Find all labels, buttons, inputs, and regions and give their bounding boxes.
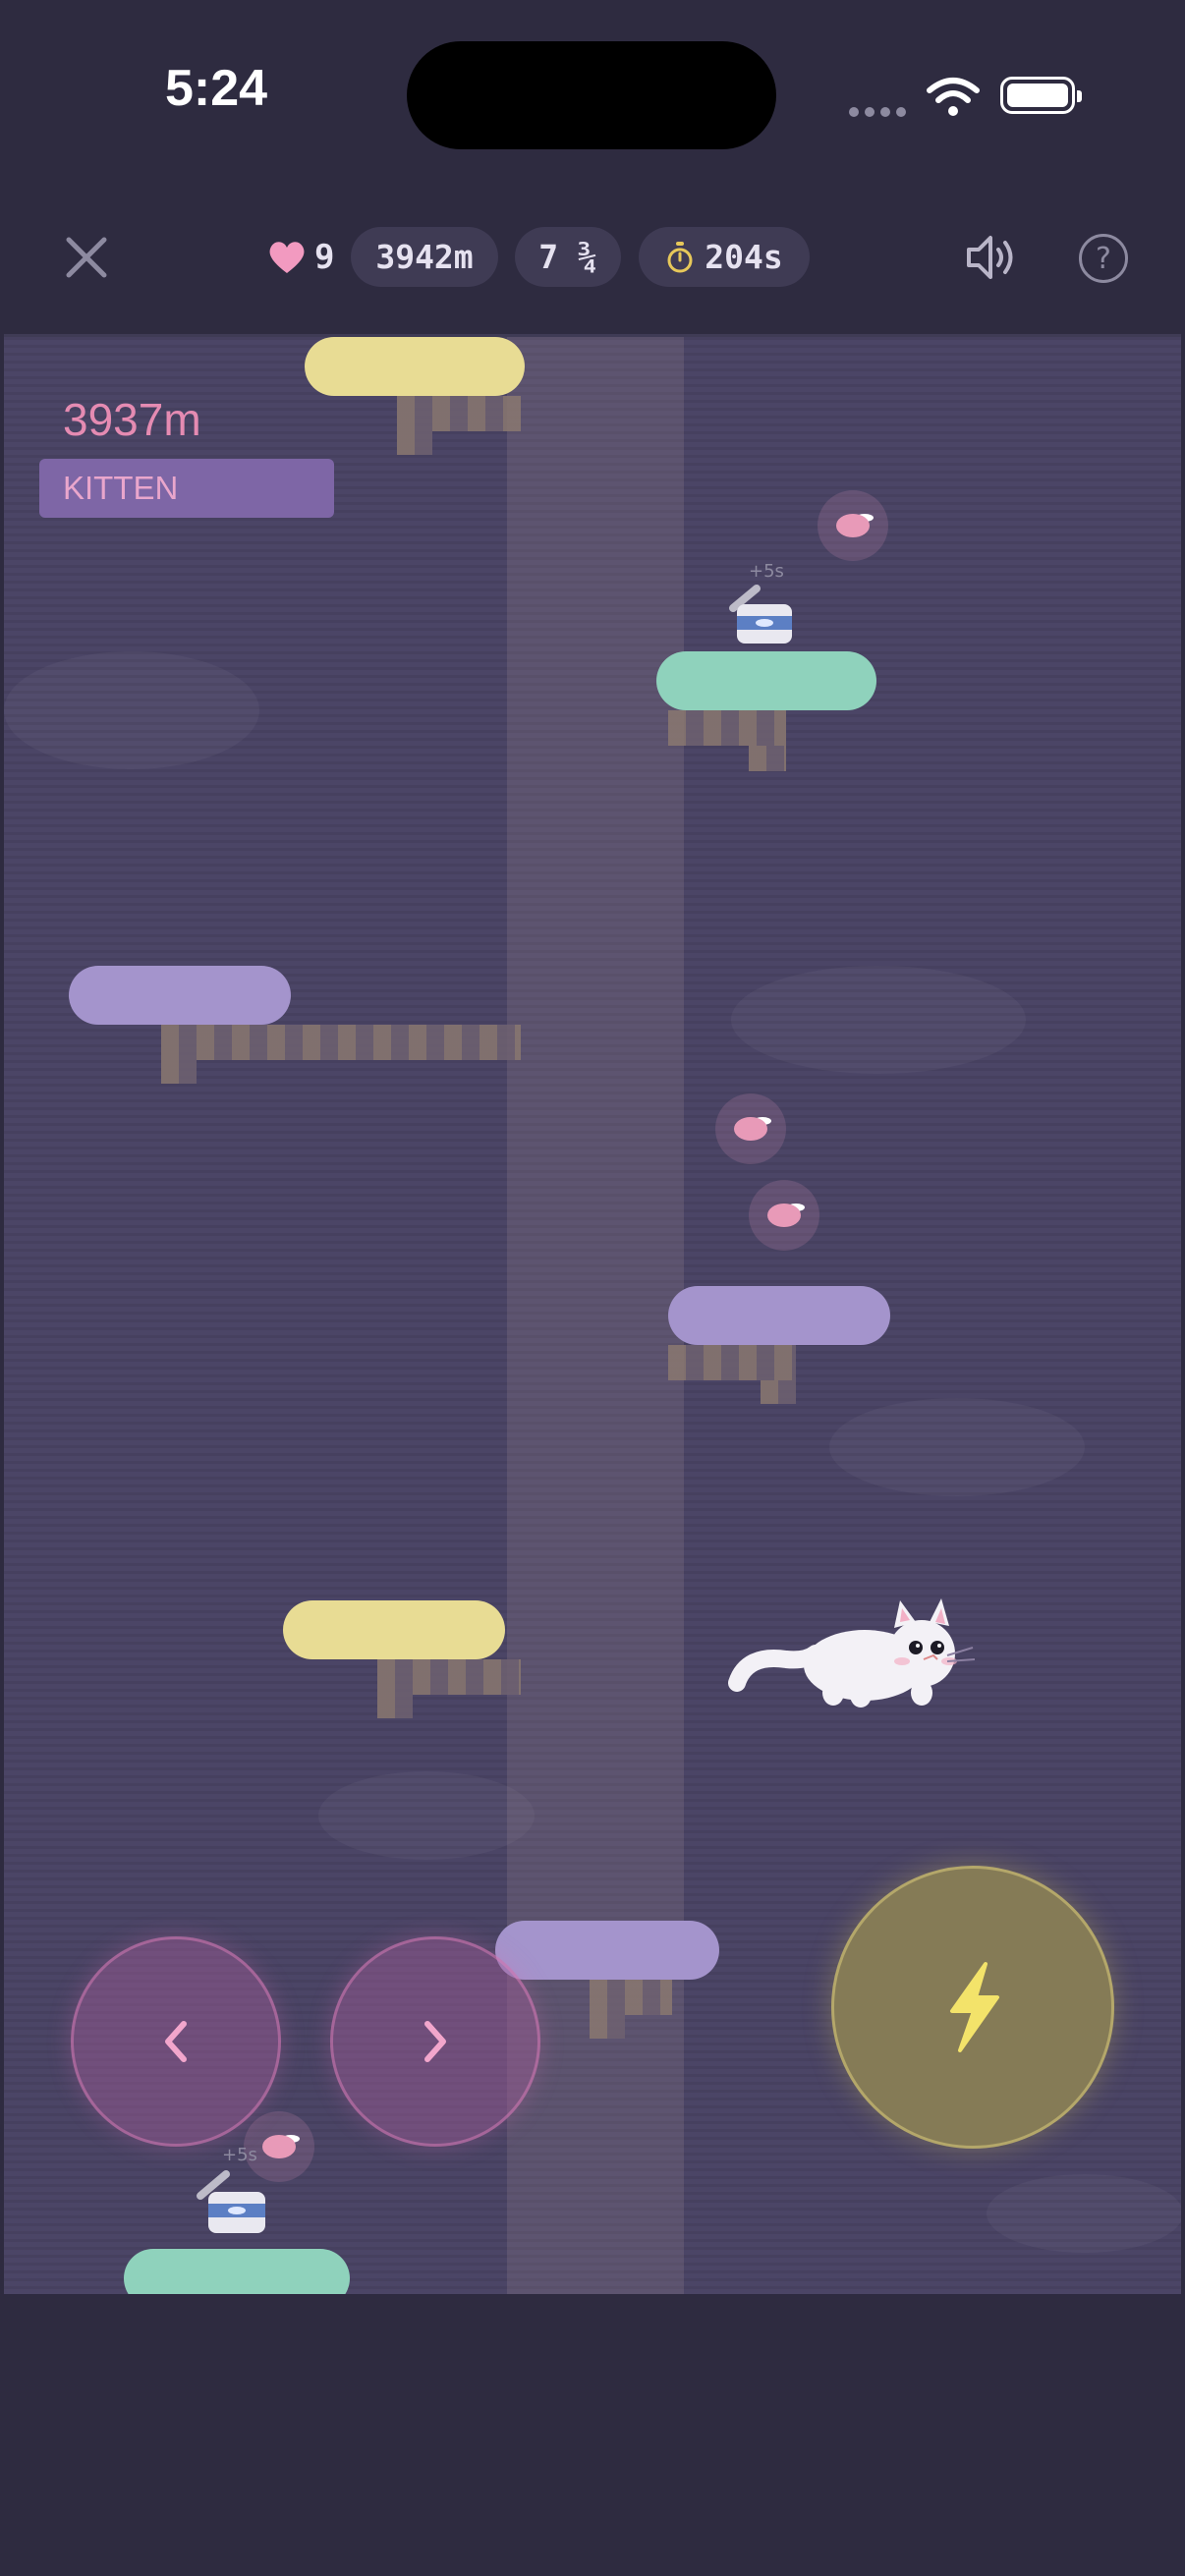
fish-icon: [749, 1180, 819, 1251]
current-height: 3937m: [63, 394, 201, 445]
battery-icon: [1000, 77, 1082, 114]
platform-shadow: [590, 1980, 672, 2015]
platform: [69, 966, 291, 1025]
cellular-signal-icon: [849, 102, 912, 121]
platform: [124, 2249, 350, 2294]
platform-shadow: [397, 396, 521, 431]
platform: [283, 1600, 505, 1659]
background-cloud: [4, 651, 259, 769]
background-cloud: [987, 2174, 1181, 2253]
help-icon: ?: [1096, 241, 1111, 276]
close-button[interactable]: [59, 230, 114, 285]
platform: [305, 337, 525, 396]
can-bonus-label: +5s: [222, 2145, 257, 2165]
tuna-can-pickup: +5s: [197, 2145, 275, 2243]
platform-shadow: [761, 1380, 796, 1404]
game-canvas[interactable]: 3937m KITTEN +5s +5s: [4, 334, 1181, 2294]
cat-icon: [728, 1598, 976, 1708]
lives-counter: 9: [267, 234, 334, 281]
platform-shadow: [161, 1025, 521, 1060]
lives-count: 9: [314, 238, 335, 277]
move-right-button[interactable]: [330, 1936, 540, 2147]
chevron-right-icon: [424, 2021, 446, 2062]
height-value: 3942m: [375, 238, 474, 276]
platform-shadow: [377, 1695, 413, 1718]
sound-button[interactable]: [965, 232, 1020, 283]
level-value: 7 ¾: [538, 238, 597, 276]
timer-pill: 204s: [639, 227, 810, 287]
fish-icon: [818, 490, 888, 561]
platform-shadow: [668, 710, 786, 746]
platform-shadow: [397, 431, 432, 455]
heart-icon: [269, 242, 305, 273]
move-left-button[interactable]: [71, 1936, 281, 2147]
chevron-left-icon: [165, 2021, 187, 2062]
dynamic-island: [407, 41, 776, 149]
platform: [668, 1286, 890, 1345]
stopwatch-icon: [667, 241, 693, 272]
rank-badge: KITTEN: [39, 459, 334, 518]
can-bonus-label: +5s: [749, 561, 784, 582]
wifi-icon: [927, 78, 980, 116]
fish-icon: [715, 1093, 786, 1164]
platform: [495, 1921, 719, 1980]
timer-value: 204s: [705, 238, 783, 276]
lightning-icon: [950, 1962, 999, 2052]
platform-shadow: [590, 2015, 625, 2039]
background-cloud: [731, 966, 1026, 1074]
help-button[interactable]: ?: [1079, 234, 1128, 283]
background-cloud: [829, 1398, 1085, 1496]
tuna-can-pickup: +5s: [729, 561, 798, 651]
background-cloud: [318, 1771, 535, 1860]
platform-shadow: [749, 746, 786, 771]
status-time: 5:24: [165, 60, 268, 117]
height-pill: 3942m: [351, 227, 498, 287]
tuna-can-icon: [729, 585, 792, 644]
level-pill: 7 ¾: [515, 227, 621, 287]
boost-button[interactable]: [831, 1866, 1114, 2149]
platform: [656, 651, 876, 710]
platform-shadow: [161, 1060, 197, 1084]
tuna-can-icon: [197, 2170, 265, 2233]
rank-label: KITTEN: [63, 470, 179, 506]
platform-shadow: [668, 1345, 796, 1380]
platform-shadow: [377, 1659, 521, 1695]
